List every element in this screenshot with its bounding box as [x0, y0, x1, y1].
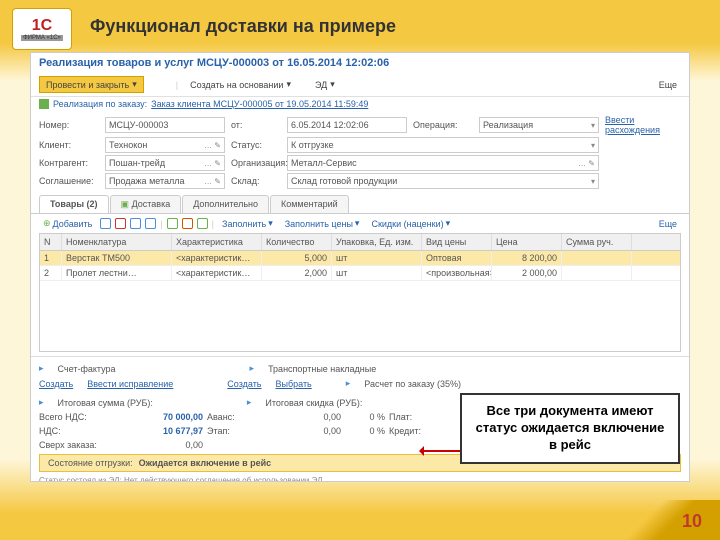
- page-number: 10: [682, 511, 702, 532]
- zapolnit-tseny-button[interactable]: Заполнить цены ▾: [281, 217, 364, 230]
- ed-status: Статус состоял из ЭД: Нет действующего с…: [31, 474, 689, 482]
- klient-input[interactable]: Технокон… ✎: [105, 137, 225, 153]
- down-icon[interactable]: [145, 218, 156, 229]
- link-icon: [39, 99, 49, 109]
- scan-icon[interactable]: [182, 218, 193, 229]
- provesti-button[interactable]: Провести и закрыть ▾: [39, 76, 144, 93]
- soglashenie-input[interactable]: Продажа металла… ✎: [105, 173, 225, 189]
- grid-header: NНоменклатураХарактеристикаКоличествоУпа…: [40, 234, 680, 251]
- corner-decoration: [600, 500, 720, 540]
- copy-icon[interactable]: [100, 218, 111, 229]
- delete-icon[interactable]: [115, 218, 126, 229]
- date-input[interactable]: 6.05.2014 12:02:06: [287, 117, 407, 133]
- grid-toolbar: ⊕Добавить | | Заполнить ▾ Заполнить цены…: [31, 214, 689, 233]
- sozdat-na-osnovanii-button[interactable]: Создать на основании ▾: [186, 77, 295, 92]
- status-select[interactable]: К отгрузке▾: [287, 137, 599, 153]
- tab-dostavka[interactable]: ▣ Доставка: [110, 195, 182, 213]
- tabs: Товары (2) ▣ Доставка Дополнительно Комм…: [31, 195, 689, 214]
- slide-title: Функционал доставки на примере: [90, 16, 396, 37]
- org-input[interactable]: Металл-Сервис… ✎: [287, 155, 599, 171]
- items-grid: NНоменклатураХарактеристикаКоличествоУпа…: [39, 233, 681, 352]
- order-link-row: Реализация по заказу: Заказ клиента МСЦУ…: [31, 97, 689, 111]
- vvesti-ispravlenie-link[interactable]: Ввести исправление: [87, 379, 173, 389]
- vvesti-rashozhdeniya-link[interactable]: Ввести расхождения: [605, 115, 681, 135]
- sklad-input[interactable]: Склад готовой продукции▾: [287, 173, 599, 189]
- table-row[interactable]: 2Пролет лестни…<характеристик…2,000шт<пр…: [40, 266, 680, 281]
- tab-kommentariy[interactable]: Комментарий: [270, 195, 349, 213]
- main-toolbar: Провести и закрыть ▾ | Создать на основа…: [31, 73, 689, 97]
- pick-icon[interactable]: [167, 218, 178, 229]
- logo: 1C ФИРМА «1С»: [12, 8, 72, 50]
- zapolnit-button[interactable]: Заполнить ▾: [218, 217, 277, 230]
- operation-select[interactable]: Реализация▾: [479, 117, 599, 133]
- up-icon[interactable]: [130, 218, 141, 229]
- more-button[interactable]: Еще: [655, 78, 681, 92]
- footer: ▸Счет-фактура ▸Транспортные накладные Со…: [31, 356, 689, 395]
- callout-annotation: Все три документа имеют статус ожидается…: [460, 393, 680, 464]
- ed-button[interactable]: ЭД ▾: [311, 77, 339, 92]
- vybrat-link[interactable]: Выбрать: [276, 379, 312, 389]
- table-row[interactable]: 1Верстак ТМ500<характеристик…5,000штОпто…: [40, 251, 680, 266]
- grid-more-button[interactable]: Еще: [655, 218, 681, 230]
- order-link[interactable]: Заказ клиента МСЦУ-000005 от 19.05.2014 …: [151, 99, 368, 109]
- document-title: Реализация товаров и услуг МСЦУ-000003 о…: [31, 53, 689, 73]
- form-header: Номер: МСЦУ-000003 от: 6.05.2014 12:02:0…: [31, 111, 689, 193]
- sozdat-tn-link[interactable]: Создать: [227, 379, 261, 389]
- sozdat-sf-link[interactable]: Создать: [39, 379, 73, 389]
- tab-dopolnitelno[interactable]: Дополнительно: [182, 195, 269, 213]
- dobavit-button[interactable]: ⊕Добавить: [39, 217, 96, 230]
- kontragent-input[interactable]: Пошан-трейд… ✎: [105, 155, 225, 171]
- nomer-input[interactable]: МСЦУ-000003: [105, 117, 225, 133]
- barcode-icon[interactable]: [197, 218, 208, 229]
- tab-tovary[interactable]: Товары (2): [39, 195, 109, 213]
- skidki-button[interactable]: Скидки (наценки) ▾: [367, 217, 454, 230]
